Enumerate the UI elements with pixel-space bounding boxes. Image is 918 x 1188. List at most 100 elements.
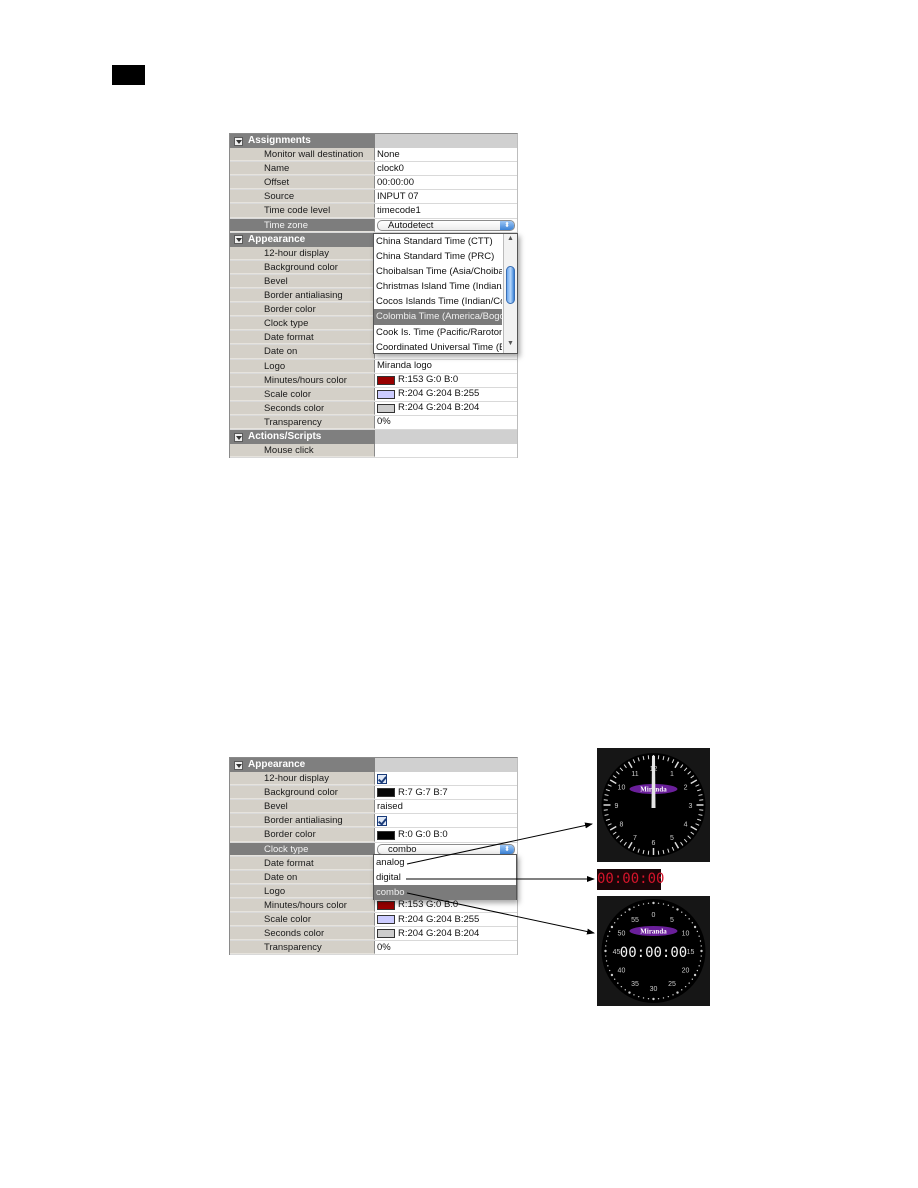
property-value[interactable]: timecode1 [375,204,517,217]
property-value[interactable]: 00:00:00 [375,176,517,189]
clocktype-dropdown-list[interactable]: analog digital combo [373,854,517,900]
property-value[interactable]: R:153 G:0 B:0 [375,899,517,912]
value-text: R:204 G:204 B:255 [398,388,480,400]
timezone-option[interactable]: Cocos Islands Time (Indian/Cocos) [374,294,502,309]
combo-arrow-icon[interactable]: ⬍ [500,220,514,230]
property-row-source[interactable]: Source INPUT 07 [230,190,517,205]
property-value[interactable]: R:204 G:204 B:204 [375,927,517,940]
property-row-scale-color[interactable]: Scale color R:204 G:204 B:255 [230,913,517,928]
property-row-border-antialiasing[interactable]: Border antialiasing [230,814,517,829]
color-swatch[interactable] [377,788,395,798]
color-swatch[interactable] [377,375,395,385]
property-row-offset[interactable]: Offset 00:00:00 [230,176,517,191]
combo-box[interactable]: Autodetect ⬍ [377,219,515,231]
property-row-logo[interactable]: Logo Miranda logo [230,359,517,374]
section-header-assignments[interactable]: Assignments [230,134,517,149]
property-value[interactable]: 0% [375,416,517,429]
property-row-minutes-hours-color[interactable]: Minutes/hours color R:153 G:0 B:0 [230,898,517,914]
clocktype-option-analog[interactable]: analog [374,855,516,870]
section-header-actions[interactable]: Actions/Scripts [230,429,517,445]
tick-mark [698,965,700,967]
timezone-option[interactable]: China Standard Time (PRC) [374,249,502,264]
tick-mark [605,940,608,942]
property-row-name[interactable]: Name clock0 [230,162,517,177]
property-row-mouse-click[interactable]: Mouse click [230,444,517,459]
combo-arrow-icon[interactable]: ⬍ [500,844,514,854]
color-swatch[interactable] [377,900,395,910]
property-value[interactable]: Miranda logo [375,360,517,373]
scroll-thumb[interactable] [506,266,515,304]
color-swatch[interactable] [377,915,395,925]
color-swatch[interactable] [377,929,395,939]
property-row-scale-color[interactable]: Scale color R:204 G:204 B:255 [230,387,517,402]
section-header-appearance[interactable]: Appearance [230,758,517,773]
color-swatch[interactable] [377,403,395,413]
property-value[interactable]: R:153 G:0 B:0 [375,374,517,387]
property-value[interactable]: 0% [375,941,517,954]
timezone-option[interactable]: Christmas Island Time (Indian/Christmas) [374,279,502,294]
tick-mark [610,973,614,977]
color-swatch[interactable] [377,389,395,399]
tick-mark [652,997,655,1001]
tick-mark [676,991,679,994]
color-swatch[interactable] [377,830,395,840]
timezone-dropdown-list[interactable]: China Standard Time (CTT) China Standard … [373,233,518,354]
tick-mark [610,925,614,929]
property-row-background-color[interactable]: Background color R:7 G:7 B:7 [230,786,517,801]
tick-mark [667,904,670,907]
property-row-12-hour-display[interactable]: 12-hour display [230,772,517,787]
property-value[interactable]: None [375,148,517,161]
clocktype-option-combo[interactable]: combo [374,885,516,900]
property-row-minutes-hours-color[interactable]: Minutes/hours color R:153 G:0 B:0 [230,373,517,388]
property-value[interactable]: R:204 G:204 B:255 [375,913,517,926]
tick-mark [699,960,702,962]
property-row-time-code-level[interactable]: Time code level timecode1 [230,204,517,219]
combo-box[interactable]: combo ⬍ [377,843,515,855]
timezone-option[interactable]: Choibalsan Time (Asia/Choibalsan) [374,264,502,279]
property-row-monitor-wall-destination[interactable]: Monitor wall destination None [230,148,517,163]
timezone-option[interactable]: China Standard Time (CTT) [374,234,502,249]
checkbox[interactable] [377,815,387,826]
property-value[interactable] [375,444,517,457]
property-row-bevel[interactable]: Bevel raised [230,800,517,815]
tick-mark [620,985,623,988]
property-value[interactable]: R:7 G:7 B:7 [375,786,517,799]
timezone-option[interactable]: Cook Is. Time (Pacific/Rarotonga) [374,325,502,340]
property-row-transparency[interactable]: Transparency 0% [230,415,517,430]
checkbox[interactable] [377,773,387,784]
tick-mark [696,969,699,972]
tick-mark [662,903,665,905]
clock-number: 4 [684,822,688,829]
tick-mark [604,949,607,953]
property-value[interactable]: R:204 G:204 B:255 [375,388,517,401]
property-row-border-color[interactable]: Border color R:0 G:0 B:0 [230,828,517,843]
property-value[interactable]: raised [375,800,517,813]
dropdown-scrollbar[interactable]: ▲ ▼ [503,234,517,353]
tick-mark [642,997,645,999]
collapse-icon[interactable] [234,136,243,146]
collapse-icon[interactable] [234,760,243,770]
timezone-option[interactable]: Colombia Time (America/Bogota) [374,309,502,325]
property-value[interactable] [375,772,517,785]
collapse-icon[interactable] [234,235,243,245]
tick-mark [700,945,702,947]
property-row-time-zone[interactable]: Time zone Autodetect ⬍ [230,218,517,233]
property-label: Mouse click [230,444,375,458]
clocktype-option-digital[interactable]: digital [374,870,516,885]
value-text: R:204 G:204 B:204 [398,402,480,414]
property-row-transparency[interactable]: Transparency 0% [230,941,517,956]
property-row-seconds-color[interactable]: Seconds color R:204 G:204 B:204 [230,927,517,942]
property-value[interactable]: Autodetect ⬍ [375,218,517,232]
tick-mark [662,997,665,999]
property-value[interactable]: INPUT 07 [375,190,517,203]
property-row-seconds-color[interactable]: Seconds color R:204 G:204 B:204 [230,401,517,416]
property-label: Monitor wall destination [230,148,375,162]
timezone-option[interactable]: Coordinated Universal Time (Etc/UTC) [374,340,502,355]
collapse-icon[interactable] [234,432,243,442]
property-value[interactable] [375,814,517,827]
property-value[interactable]: R:0 G:0 B:0 [375,828,517,841]
property-value[interactable]: R:204 G:204 B:204 [375,402,517,415]
scroll-up-icon[interactable]: ▲ [504,235,517,247]
scroll-down-icon[interactable]: ▼ [504,340,517,352]
property-value[interactable]: clock0 [375,162,517,175]
